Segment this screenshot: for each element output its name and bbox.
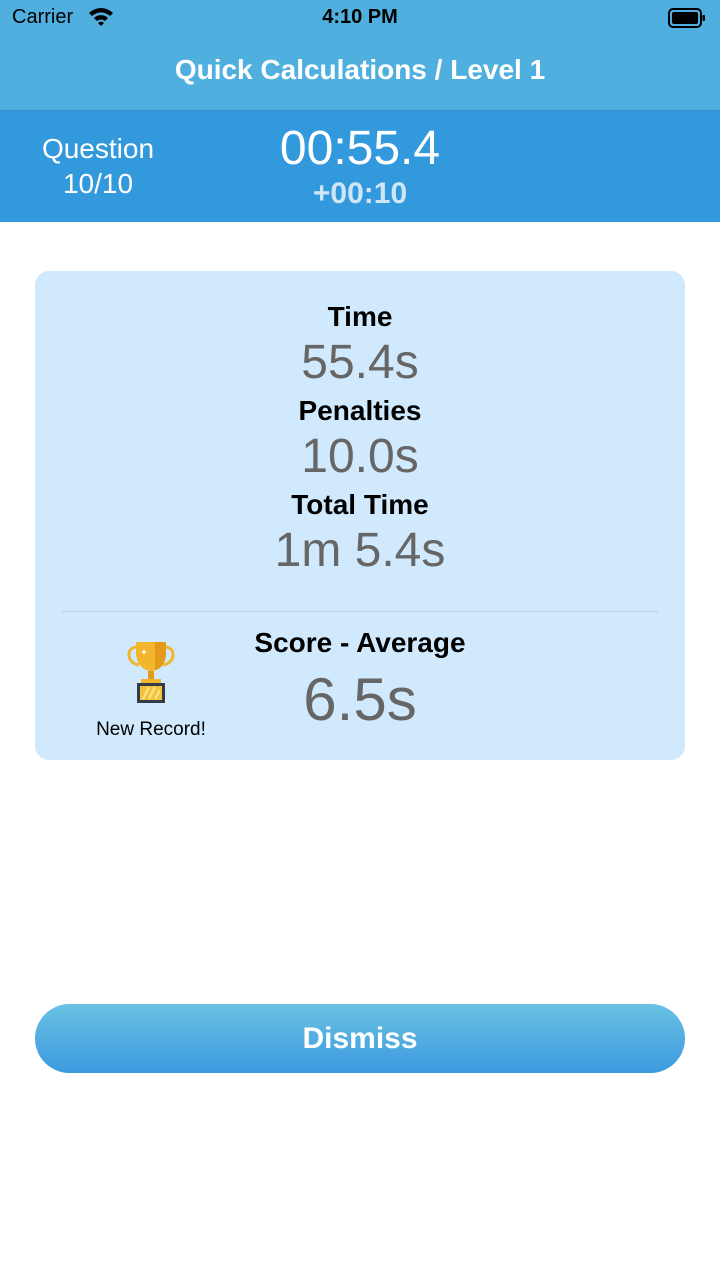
question-counter: 10/10 — [62, 168, 134, 199]
results-card: Time 55.4s Penalties 10.0s Total Time 1m… — [35, 271, 685, 760]
elapsed-timer: 00:55.4 — [279, 122, 441, 175]
question-label: Question — [41, 133, 155, 164]
penalties-value: 10.0s — [301, 430, 419, 483]
quiz-info-bar: Question 10/10 00:55.4 +00:10 — [0, 111, 720, 222]
penalties-label: Penalties — [298, 395, 422, 426]
penalty-time: +00:10 — [312, 177, 408, 210]
total-time-label: Total Time — [291, 489, 429, 520]
total-time-value: 1m 5.4s — [274, 524, 446, 577]
time-label: Time — [327, 301, 393, 332]
page-title: Quick Calculations / Level 1 — [174, 54, 546, 85]
score-value: 6.5s — [303, 666, 417, 733]
time-value: 55.4s — [301, 336, 419, 389]
battery-icon — [668, 8, 705, 28]
dismiss-button[interactable]: Dismiss — [35, 1004, 685, 1073]
status-time: 4:10 PM — [322, 6, 398, 28]
navigation-bar: Carrier 4:10 PM Quick Calculations / Lev… — [0, 0, 720, 110]
score-label: Score - Average — [254, 627, 466, 658]
status-bar: Carrier 4:10 PM — [0, 0, 720, 36]
card-divider — [62, 611, 658, 612]
